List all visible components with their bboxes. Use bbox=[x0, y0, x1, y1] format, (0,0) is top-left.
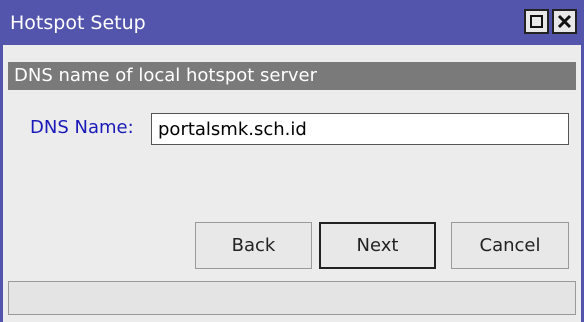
section-header: DNS name of local hotspot server bbox=[8, 62, 576, 90]
maximize-icon bbox=[530, 15, 543, 28]
hotspot-setup-window: Hotspot Setup DNS name of local hotspot … bbox=[0, 0, 584, 322]
status-bar bbox=[8, 281, 576, 315]
section-header-text: DNS name of local hotspot server bbox=[14, 65, 318, 86]
dns-name-input[interactable] bbox=[151, 113, 569, 145]
cancel-button[interactable]: Cancel bbox=[451, 222, 569, 269]
title-bar[interactable]: Hotspot Setup bbox=[3, 0, 581, 45]
window-title: Hotspot Setup bbox=[10, 12, 146, 34]
back-button[interactable]: Back bbox=[195, 222, 312, 269]
close-button[interactable] bbox=[552, 9, 577, 34]
maximize-button[interactable] bbox=[524, 9, 549, 34]
dns-name-label: DNS Name: bbox=[30, 117, 134, 138]
next-button[interactable]: Next bbox=[319, 222, 436, 269]
close-icon bbox=[557, 14, 572, 29]
